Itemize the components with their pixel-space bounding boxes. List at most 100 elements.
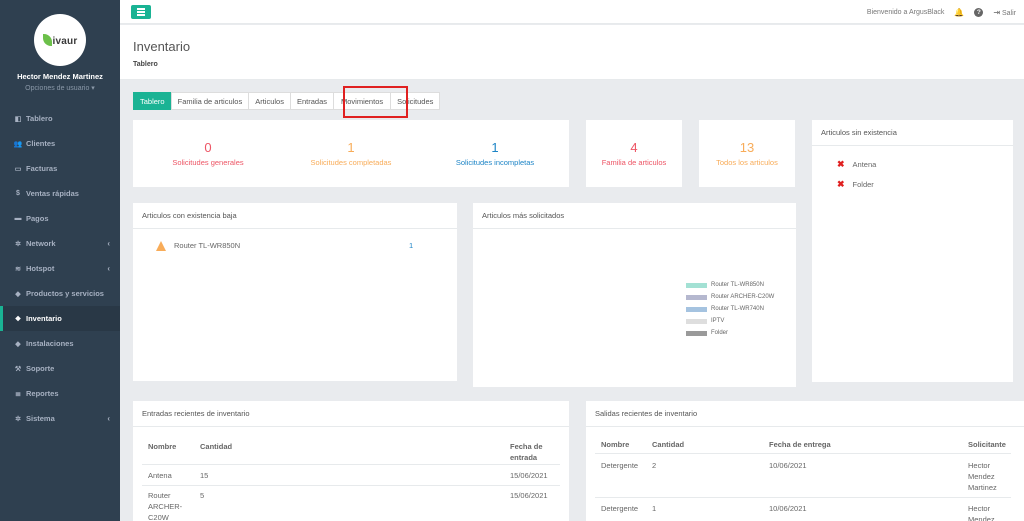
sidebar-item-instalaciones[interactable]: ◆ Instalaciones: [0, 331, 120, 356]
item-label: Antena: [852, 160, 877, 169]
divider: [142, 485, 560, 486]
table-cell: Antena: [148, 471, 172, 480]
column-header: Cantidad: [652, 440, 685, 449]
sin-existencia-card: Articulos sin existencia ✖ Antena ✖ Folder: [812, 120, 1013, 382]
user-options-dropdown[interactable]: Opciones de usuario ▾: [0, 84, 120, 92]
legend-swatch: [686, 282, 707, 288]
sidebar-item-soporte[interactable]: ⚒ Soporte: [0, 356, 120, 381]
user-name: Hector Mendez Martinez: [17, 72, 103, 81]
table-cell: Hector Mendez: [968, 504, 995, 521]
card-title: Salidas recientes de inventario: [586, 401, 1024, 427]
database-icon: ≣: [15, 390, 21, 398]
legend-label: Router ARCHER-C20W: [711, 294, 775, 300]
sidebar-item-pagos[interactable]: ▬ Pagos: [0, 206, 120, 231]
sidebar-item-reportes[interactable]: ≣ Reportes: [0, 381, 120, 406]
sidebar-item-label: Productos y servicios: [26, 289, 104, 298]
profile-panel: ivaur Hector Mendez Martinez Opciones de…: [0, 0, 120, 106]
table-cell: Hector Mendez Martinez: [968, 461, 997, 492]
stat-label: Solicitudes generales: [172, 158, 244, 167]
wrench-tag-icon: ◆: [15, 340, 21, 348]
stat-solicitudes-incompletas: 1 Solicitudes incompletas: [430, 140, 560, 167]
table-cell: 15/06/2021: [510, 471, 548, 480]
stat-label: Solicitudes incompletas: [455, 158, 535, 167]
sidebar-item-label: Sistema: [26, 414, 55, 423]
sidebar-item-label: Facturas: [26, 164, 58, 173]
stat-familia-articulos: 4 Familia de articulos: [586, 140, 682, 167]
sidebar-item-network[interactable]: ✲ Network ‹: [0, 231, 120, 256]
sidebar-item-label: Network: [26, 239, 56, 248]
list-item: Router TL-WR850N: [156, 241, 241, 252]
legend-item: Router ARCHER-C20W: [686, 291, 774, 303]
sidebar-item-inventario[interactable]: ❖ Inventario: [0, 306, 120, 331]
legend-item: Folder: [686, 327, 774, 339]
sidebar-item-label: Instalaciones: [26, 339, 74, 348]
stat-value: 1: [491, 140, 499, 155]
existencia-baja-card: Articulos con existencia baja Router TL-…: [133, 203, 457, 381]
item-label: Folder: [852, 180, 874, 189]
table-cell: 15: [200, 471, 209, 480]
column-header: Fecha de entrega: [769, 440, 831, 449]
chart-legend: Router TL-WR850N Router ARCHER-C20W Router…: [686, 279, 774, 339]
card-title: Articulos más solicitados: [473, 203, 796, 229]
card-title: Entradas recientes de inventario: [133, 401, 569, 427]
stat-value: 4: [630, 140, 638, 155]
salidas-card: Salidas recientes de inventario Nombre C…: [586, 401, 1024, 521]
card-title: Articulos con existencia baja: [133, 203, 457, 229]
bell-icon[interactable]: 🔔: [954, 8, 964, 17]
sign-out-icon: ⇥: [993, 7, 1001, 17]
network-icon: ✲: [15, 240, 21, 248]
sidebar-item-facturas[interactable]: ▭ Facturas: [0, 156, 120, 181]
legend-item: Router TL-WR850N: [686, 279, 774, 291]
logout-button[interactable]: ⇥ Salir: [993, 8, 1016, 17]
requests-stats-card: 0 Solicitudes generales 1 Solicitudes co…: [133, 120, 569, 187]
sidebar-item-ventas-rápidas[interactable]: $ Ventas rápidas: [0, 181, 120, 206]
money-icon: ▬: [14, 215, 22, 222]
leaf-icon: [42, 33, 52, 46]
sidebar-item-label: Clientes: [26, 139, 56, 148]
column-header: Cantidad: [200, 442, 233, 451]
help-icon[interactable]: ?: [974, 7, 984, 17]
table-cell: 1: [652, 504, 657, 513]
table-cell: 10/06/2021: [769, 461, 807, 470]
sidebar-item-sistema[interactable]: ✲ Sistema ‹: [0, 406, 120, 431]
tag-icon: ◆: [15, 290, 21, 298]
list-item: ✖ Folder: [837, 179, 874, 190]
menu-toggle-button[interactable]: [131, 5, 151, 19]
stat-label: Solicitudes completadas: [310, 158, 392, 167]
table-cell: Detergente: [601, 461, 639, 470]
breadcrumb[interactable]: Tablero: [133, 61, 1011, 68]
sidebar-item-label: Hotspot: [26, 264, 55, 273]
sidebar-item-tablero[interactable]: ◧ Tablero: [0, 106, 120, 131]
tab-familia-articulos[interactable]: Familia de articulos: [170, 92, 250, 110]
stat-value: 13: [739, 140, 755, 155]
sidebar-item-productos-y-servicios[interactable]: ◆ Productos y servicios: [0, 281, 120, 306]
users-icon: 👥: [13, 140, 23, 148]
sidebar-item-label: Soporte: [26, 364, 55, 373]
welcome-text: Bienvenido a ArgusBlack: [866, 8, 945, 16]
sidebar-item-hotspot[interactable]: ≋ Hotspot ‹: [0, 256, 120, 281]
stat-value: 1: [347, 140, 355, 155]
stat-label: Familia de articulos: [601, 158, 667, 167]
stat-todos-articulos: 13 Todos los articulos: [699, 140, 795, 167]
highlight-box: [343, 86, 408, 118]
sidebar-item-label: Pagos: [26, 214, 49, 223]
card-title: Articulos sin existencia: [812, 120, 1013, 146]
divider: [595, 497, 1011, 498]
entradas-card: Entradas recientes de inventario Nombre …: [133, 401, 569, 521]
stat-solicitudes-generales: 0 Solicitudes generales: [143, 140, 273, 167]
column-header: Fecha de entrada: [510, 442, 543, 462]
tab-entradas[interactable]: Entradas: [289, 92, 335, 110]
wifi-icon: ≋: [15, 265, 21, 273]
item-label: Router TL-WR850N: [174, 241, 241, 250]
sidebar-item-label: Reportes: [26, 389, 59, 398]
sidebar-item-clientes[interactable]: 👥 Clientes: [0, 131, 120, 156]
list-item: ✖ Antena: [837, 159, 876, 170]
column-header: Nombre: [148, 442, 177, 451]
divider: [595, 453, 1011, 454]
item-qty: 1: [409, 241, 414, 250]
tab-tablero[interactable]: Tablero: [133, 92, 172, 110]
chevron-left-icon: ‹: [107, 264, 110, 273]
x-icon: ✖: [837, 159, 845, 169]
familia-stats-card: 4 Familia de articulos: [586, 120, 682, 187]
tab-articulos[interactable]: Articulos: [248, 92, 291, 110]
